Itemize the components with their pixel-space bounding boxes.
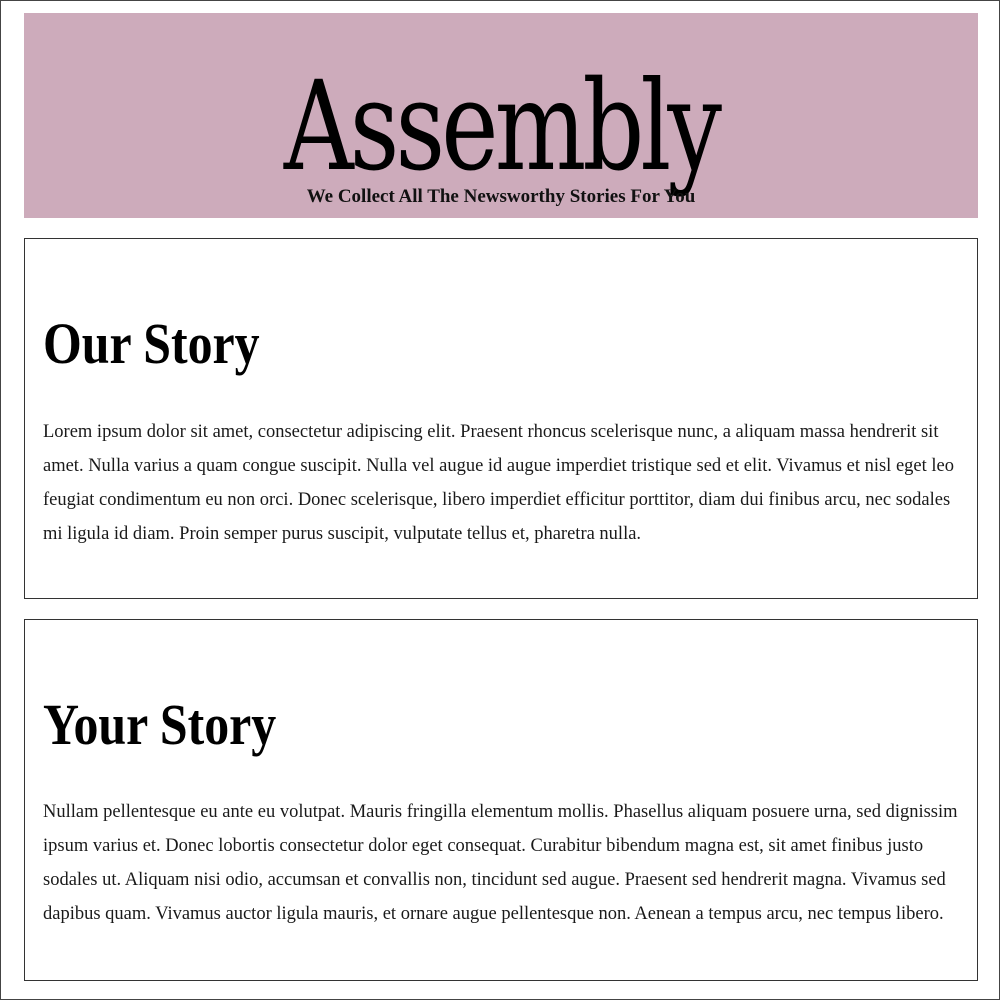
site-title: Assembly xyxy=(283,55,722,199)
site-tagline: We Collect All The Newsworthy Stories Fo… xyxy=(306,186,696,207)
section-body: Lorem ipsum dolor sit amet, consectetur … xyxy=(43,422,954,544)
site-header: Assembly We Collect All The Newsworthy S… xyxy=(24,13,978,218)
your-story-section: Your Story Nullam pellentesque eu ante e… xyxy=(24,619,978,981)
section-heading: Our Story xyxy=(43,311,260,376)
our-story-section: Our Story Lorem ipsum dolor sit amet, co… xyxy=(24,238,978,599)
section-heading: Your Story xyxy=(43,692,277,757)
section-body: Nullam pellentesque eu ante eu volutpat.… xyxy=(43,802,958,924)
